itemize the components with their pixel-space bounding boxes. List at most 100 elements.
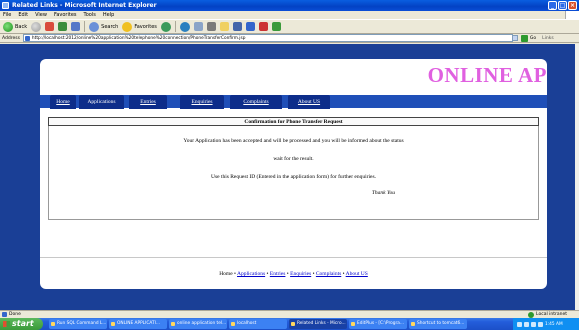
editplus-icon — [351, 322, 355, 326]
menu-tools[interactable]: Tools — [84, 11, 96, 19]
back-button[interactable]: Back — [3, 21, 28, 32]
footer-link-entries[interactable]: Entries — [270, 271, 286, 277]
status-bar: Done Local intranet — [0, 310, 579, 318]
tray-icon[interactable] — [524, 321, 529, 327]
footer-separator: • — [342, 271, 345, 277]
footer-link-about-us[interactable]: About US — [346, 271, 368, 277]
menu-favorites[interactable]: Favorites — [54, 11, 77, 19]
site-brand: ONLINE AP — [427, 63, 547, 87]
close-button[interactable]: × — [568, 1, 577, 10]
minimize-button[interactable]: _ — [548, 1, 557, 10]
status-message: Your Application has been accepted and w… — [183, 138, 404, 144]
window-title: Related Links - Microsoft Internet Explo… — [12, 2, 157, 9]
taskbar-item[interactable]: Run SQL Command L... — [49, 319, 107, 329]
nav-tab-applications[interactable]: Applications — [79, 95, 124, 109]
maximize-button[interactable]: □ — [558, 1, 567, 10]
favorites-label: Favorites — [134, 23, 157, 30]
nav-tab-home[interactable]: Home — [50, 95, 76, 109]
menu-bar: File Edit View Favorites Tools Help — [0, 11, 579, 19]
window-controls: _ □ × — [548, 1, 577, 10]
research-icon[interactable] — [258, 22, 268, 31]
messenger-icon[interactable] — [271, 22, 281, 31]
address-bar: Address http://localhost:2012/online%20a… — [0, 34, 579, 43]
status-right: Local intranet — [528, 311, 579, 318]
menu-view[interactable]: View — [35, 11, 47, 19]
toolbar: Back Search Favorites — [0, 19, 579, 34]
favorites-button[interactable]: Favorites — [122, 21, 157, 32]
address-input[interactable]: http://localhost:2012/online%20applicati… — [22, 34, 513, 42]
go-button[interactable]: Go — [520, 34, 537, 42]
print-icon[interactable] — [206, 22, 216, 31]
tray-icon[interactable] — [517, 321, 522, 327]
vertical-scrollbar[interactable] — [575, 44, 579, 310]
menu-edit[interactable]: Edit — [18, 11, 28, 19]
main-panel: ONLINE AP Home Applications Entries Enqu… — [40, 59, 547, 289]
footer-separator: • — [312, 271, 315, 277]
page-done-icon — [2, 312, 7, 317]
nav-tab-entries[interactable]: Entries — [129, 95, 167, 109]
page-icon — [24, 35, 30, 41]
stop-icon[interactable] — [45, 22, 55, 31]
favorites-star-icon — [122, 21, 133, 32]
taskbar-item[interactable]: online application tel... — [169, 319, 227, 329]
system-tray: 1:45 AM — [513, 318, 579, 330]
edit-icon[interactable] — [232, 22, 242, 31]
tray-icon[interactable] — [538, 321, 543, 327]
links-label[interactable]: Links — [542, 36, 554, 41]
footer-link-enquiries[interactable]: Enquiries — [290, 271, 311, 277]
thank-you-text: Thank You — [371, 190, 395, 196]
footer-separator: • — [286, 271, 289, 277]
toolbar-separator — [174, 21, 176, 32]
home-icon[interactable] — [71, 22, 81, 31]
forward-arrow-icon — [31, 21, 42, 32]
title-bar: Related Links - Microsoft Internet Explo… — [0, 0, 579, 11]
taskbar-item-label: Run SQL Command L... — [57, 321, 107, 326]
start-button[interactable]: start — [0, 318, 43, 330]
back-label: Back — [15, 23, 28, 30]
tray-icon[interactable] — [531, 321, 536, 327]
ie-icon — [2, 2, 9, 9]
request-id-message: Use this Request ID (Entered in the appl… — [211, 174, 376, 180]
nav-tab-about-us[interactable]: About US — [288, 95, 330, 109]
footer-separator: • — [234, 271, 236, 277]
address-dropdown-icon[interactable] — [511, 35, 518, 41]
ie-icon — [111, 322, 115, 326]
go-label: Go — [529, 35, 537, 41]
forward-button[interactable] — [31, 21, 42, 32]
folder-icon — [171, 322, 175, 326]
mail-icon[interactable] — [193, 22, 203, 31]
search-button[interactable]: Search — [89, 21, 118, 32]
footer-link-complaints[interactable]: Complaints — [316, 271, 341, 277]
taskbar-item-label: Related Links - Micro... — [297, 321, 346, 326]
taskbar-item-label: online application tel... — [177, 321, 227, 326]
refresh-icon[interactable] — [58, 22, 68, 31]
cmd-icon — [51, 322, 55, 326]
taskbar-item[interactable]: Shortcut to tomcat6... — [409, 319, 467, 329]
toolbar-separator — [84, 21, 86, 32]
menu-help[interactable]: Help — [103, 11, 114, 19]
footer-link-applications[interactable]: Applications — [237, 271, 265, 277]
ie-icon — [291, 322, 295, 326]
menu-file[interactable]: File — [3, 11, 11, 19]
taskbar-item-active[interactable]: Related Links - Micro... — [289, 319, 347, 329]
windows-flag-icon — [3, 321, 10, 327]
history-icon[interactable] — [179, 21, 190, 32]
nav-tab-enquiries[interactable]: Enquiries — [180, 95, 224, 109]
discuss-icon[interactable] — [245, 22, 255, 31]
status-left: Done — [2, 311, 21, 318]
taskbar-item[interactable]: localhost — [229, 319, 287, 329]
back-arrow-icon — [3, 21, 13, 32]
folder-icon[interactable] — [219, 22, 229, 31]
taskbar-item-label: localhost — [237, 321, 257, 326]
footer-link-home[interactable]: Home — [219, 271, 232, 277]
footer-separator: • — [266, 271, 269, 277]
taskbar-item[interactable]: EditPlus - [C:\Progra... — [349, 319, 407, 329]
media-icon[interactable] — [160, 21, 171, 32]
shortcut-icon — [411, 322, 415, 326]
address-label: Address — [2, 35, 20, 41]
taskbar-item-label: EditPlus - [C:\Progra... — [357, 321, 404, 326]
nav-tab-complaints[interactable]: Complaints — [230, 95, 282, 109]
taskbar-item[interactable]: ONLINE APPLICATI... — [109, 319, 167, 329]
taskbar-item-label: ONLINE APPLICATI... — [117, 321, 160, 326]
taskbar-item-label: Shortcut to tomcat6... — [417, 321, 465, 326]
